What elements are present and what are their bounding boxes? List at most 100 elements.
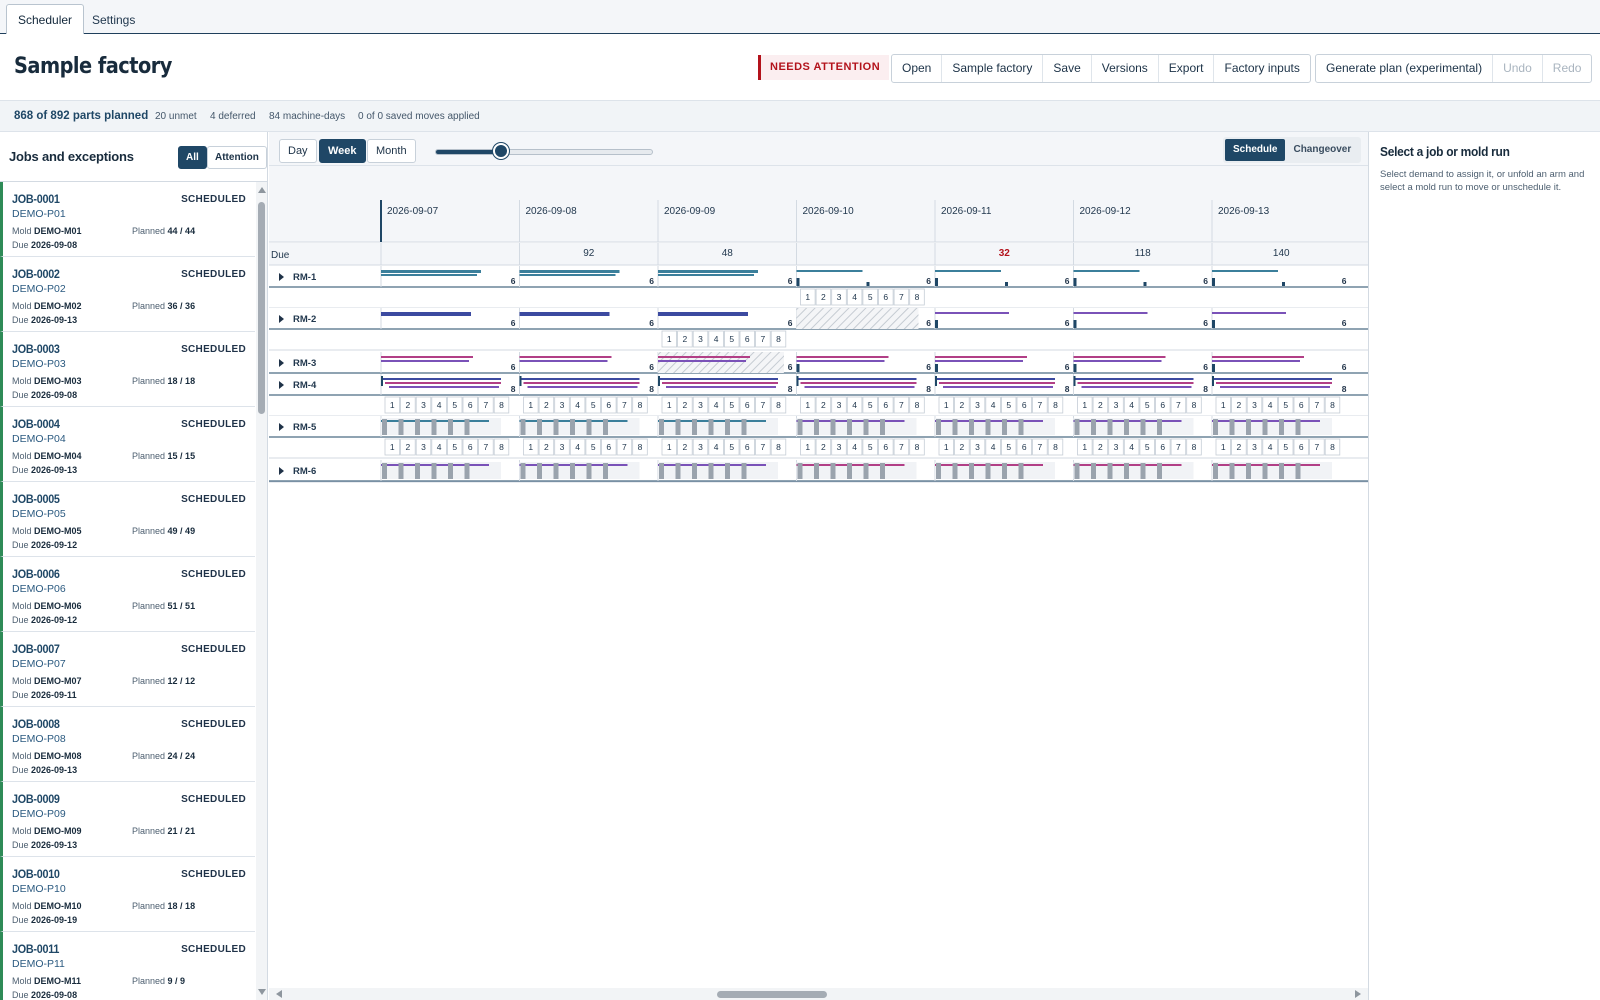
run-bar[interactable] (939, 382, 1055, 384)
shift-block[interactable] (675, 463, 681, 479)
job-card[interactable]: JOB-0004 SCHEDULED DEMO-P04 Mold DEMO-M04 Pl… (0, 407, 255, 482)
run-bar[interactable] (935, 378, 1055, 380)
shift-block[interactable] (398, 463, 404, 479)
run-bar[interactable] (800, 382, 917, 384)
scroll-right-arrow-icon[interactable] (1355, 990, 1361, 998)
run-bar[interactable] (519, 378, 640, 380)
run-bar[interactable] (658, 270, 758, 273)
shift-block[interactable] (1279, 463, 1284, 479)
shift-block[interactable] (431, 463, 437, 479)
shift-block[interactable] (1002, 419, 1007, 435)
shift-block[interactable] (880, 419, 885, 435)
shift-block[interactable] (830, 463, 836, 479)
zoom-slider-thumb[interactable] (493, 143, 509, 159)
shift-block[interactable] (1002, 463, 1007, 479)
shift-block[interactable] (880, 463, 885, 479)
job-card[interactable]: JOB-0009 SCHEDULED DEMO-P09 Mold DEMO-M09 Pl… (0, 782, 255, 857)
job-card[interactable]: JOB-0006 SCHEDULED DEMO-P06 Mold DEMO-M06 Pl… (0, 557, 255, 632)
shift-block[interactable] (830, 419, 836, 435)
run-bar[interactable] (1073, 312, 1148, 314)
shift-block[interactable] (382, 419, 387, 435)
shift-block[interactable] (448, 463, 453, 479)
shift-block[interactable] (985, 419, 991, 435)
gantt-chart[interactable]: 2026-09-07 2026-09-08 2026-09-09 2026-09-10… (269, 166, 1368, 1000)
run-bar[interactable] (1073, 378, 1194, 380)
run-bar[interactable] (389, 386, 499, 388)
shift-block[interactable] (415, 463, 420, 479)
shift-block[interactable] (936, 419, 941, 435)
shift-block[interactable] (415, 419, 420, 435)
shift-block[interactable] (1229, 419, 1235, 435)
shift-block[interactable] (1295, 463, 1301, 479)
shift-block[interactable] (969, 463, 974, 479)
run-bar[interactable] (796, 360, 885, 362)
run-bar[interactable] (935, 312, 1009, 314)
shift-block[interactable] (797, 463, 803, 479)
shift-block[interactable] (1262, 419, 1268, 435)
mode-changeover-button[interactable]: Changeover (1285, 139, 1359, 161)
run-bar[interactable] (527, 386, 638, 388)
shift-block[interactable] (814, 419, 819, 435)
shift-block[interactable] (969, 419, 974, 435)
run-bar[interactable] (796, 356, 889, 358)
shift-block[interactable] (1091, 419, 1096, 435)
shift-block[interactable] (1262, 463, 1268, 479)
shift-block[interactable] (708, 463, 714, 479)
shift-block[interactable] (725, 419, 730, 435)
run-bar[interactable] (1212, 312, 1286, 314)
run-bar[interactable] (385, 382, 501, 384)
run-bar[interactable] (381, 378, 501, 380)
undo-button[interactable]: Undo (1492, 55, 1542, 82)
shift-block[interactable] (1124, 419, 1129, 435)
run-bar[interactable] (658, 274, 754, 276)
run-bar[interactable] (381, 356, 473, 358)
run-bar[interactable] (1212, 378, 1332, 380)
mode-schedule-button[interactable]: Schedule (1225, 139, 1286, 161)
view-day-button[interactable]: Day (279, 139, 317, 163)
shift-block[interactable] (847, 419, 852, 435)
shift-block[interactable] (553, 463, 559, 479)
run-bar[interactable] (1212, 356, 1304, 358)
run-bar[interactable] (519, 312, 610, 316)
shift-block[interactable] (1074, 419, 1080, 435)
timeline-scrollbar[interactable] (269, 988, 1368, 1000)
shift-block[interactable] (570, 419, 575, 435)
shift-block[interactable] (1140, 463, 1146, 479)
timeline-scrollbar-thumb[interactable] (717, 991, 827, 998)
shift-block[interactable] (1246, 419, 1251, 435)
run-bar[interactable] (519, 274, 616, 276)
save-button[interactable]: Save (1042, 55, 1090, 82)
shift-block[interactable] (570, 463, 575, 479)
shift-block[interactable] (814, 463, 819, 479)
shift-block[interactable] (553, 419, 559, 435)
shift-block[interactable] (1124, 463, 1129, 479)
shift-block[interactable] (1229, 463, 1235, 479)
shift-block[interactable] (692, 463, 697, 479)
run-bar[interactable] (381, 312, 471, 316)
job-card[interactable]: JOB-0003 SCHEDULED DEMO-P03 Mold DEMO-M03 Pl… (0, 332, 255, 407)
job-card[interactable]: JOB-0007 SCHEDULED DEMO-P07 Mold DEMO-M07 Pl… (0, 632, 255, 707)
filter-attention-button[interactable]: Attention (207, 146, 267, 169)
shift-block[interactable] (1213, 463, 1218, 479)
scroll-up-arrow-icon[interactable] (258, 187, 266, 193)
shift-block[interactable] (1018, 419, 1024, 435)
run-bar[interactable] (658, 312, 748, 316)
scroll-left-arrow-icon[interactable] (276, 990, 282, 998)
run-bar[interactable] (519, 360, 608, 362)
shift-block[interactable] (431, 419, 437, 435)
run-bar[interactable] (381, 270, 481, 273)
shift-block[interactable] (797, 419, 803, 435)
run-bar[interactable] (1073, 270, 1140, 272)
run-bar[interactable] (943, 386, 1053, 388)
run-bar[interactable] (523, 382, 640, 384)
generate-plan-button[interactable]: Generate plan (experimental) (1316, 55, 1492, 82)
shift-block[interactable] (448, 419, 453, 435)
shift-block[interactable] (725, 463, 730, 479)
shift-block[interactable] (952, 463, 958, 479)
shift-block[interactable] (708, 419, 714, 435)
zoom-slider[interactable] (435, 149, 653, 155)
run-bar[interactable] (935, 360, 1023, 362)
job-card[interactable]: JOB-0010 SCHEDULED DEMO-P10 Mold DEMO-M10 Pl… (0, 857, 255, 932)
shift-block[interactable] (863, 419, 869, 435)
shift-block[interactable] (398, 419, 404, 435)
